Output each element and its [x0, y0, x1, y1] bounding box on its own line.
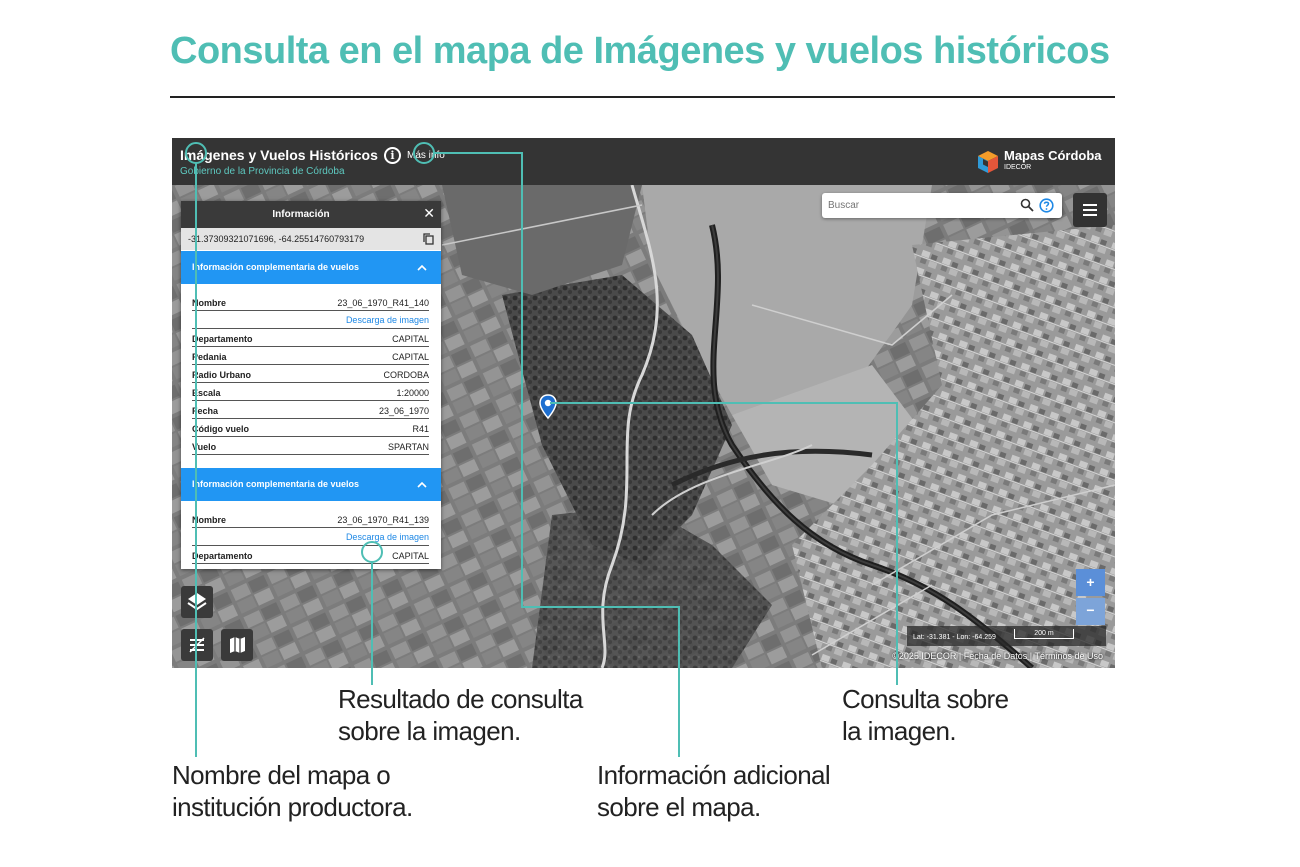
annotation-lines	[185, 142, 898, 757]
caption-line: Información adicional	[597, 760, 831, 790]
caption-line: Consulta sobre	[842, 684, 1009, 714]
caption-more-info: Información adicional sobre el mapa.	[597, 759, 831, 823]
callout-line	[434, 152, 680, 757]
caption-line: Resultado de consulta	[338, 684, 583, 714]
caption-line: Nombre del mapa o	[172, 760, 391, 790]
callout-circle	[361, 541, 383, 563]
caption-map-name: Nombre del mapa o institución productora…	[172, 759, 413, 823]
caption-line: institución productora.	[172, 792, 413, 822]
caption-query-image: Consulta sobre la imagen.	[842, 683, 1009, 747]
caption-line: sobre el mapa.	[597, 792, 761, 822]
caption-line: sobre la imagen.	[338, 716, 521, 746]
callout-circle	[185, 142, 207, 164]
caption-query-result: Resultado de consulta sobre la imagen.	[338, 683, 583, 747]
callout-line	[550, 402, 898, 685]
callout-circle	[413, 142, 435, 164]
caption-line: la imagen.	[842, 716, 957, 746]
